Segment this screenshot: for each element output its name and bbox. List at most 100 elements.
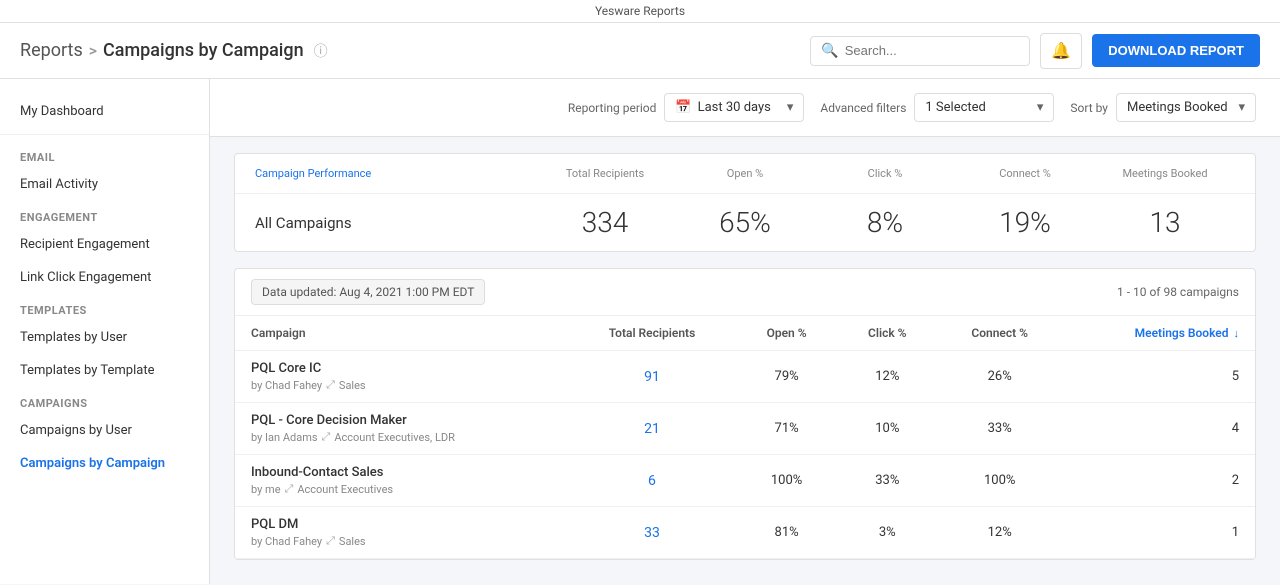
col-campaign[interactable]: Campaign [235, 316, 568, 351]
pagination-info: 1 - 10 of 98 campaigns [1117, 285, 1239, 299]
sidebar-item-templates-by-user[interactable]: Templates by User [0, 321, 209, 354]
table-row: PQL Core IC by Chad Fahey ⤢ Sales 91 79%… [235, 351, 1255, 403]
table-container: Data updated: Aug 4, 2021 1:00 PM EDT 1 … [234, 268, 1256, 560]
connect-pct-cell: 100% [937, 455, 1062, 507]
campaign-meta: by me ⤢ Account Executives [251, 482, 552, 496]
summary-total-recipients: 334 [535, 206, 675, 239]
campaign-title[interactable]: PQL Core IC [251, 361, 552, 376]
calendar-icon: 📅 [675, 100, 691, 115]
data-updated-badge: Data updated: Aug 4, 2021 1:00 PM EDT [251, 279, 485, 305]
sort-arrow-icon: ↓ [1234, 327, 1240, 340]
main-content: Reporting period 📅 Last 30 days ▾ Advanc… [210, 79, 1280, 584]
open-pct-cell: 71% [736, 403, 838, 455]
open-pct-cell: 81% [736, 507, 838, 559]
summary-campaign-performance-col: Campaign Performance [255, 166, 535, 181]
campaign-cell: PQL DM by Chad Fahey ⤢ Sales [235, 507, 568, 559]
col-total-recipients[interactable]: Total Recipients [568, 316, 735, 351]
summary-body: All Campaigns 334 65% 8% 19% 13 [235, 194, 1255, 251]
total-recipients-cell: 33 [568, 507, 735, 559]
breadcrumb-current: Campaigns by Campaign [103, 40, 304, 61]
chevron-down-icon-2: ▾ [1037, 100, 1044, 115]
connect-pct-cell: 26% [937, 351, 1062, 403]
total-recipients-cell: 91 [568, 351, 735, 403]
meetings-booked-cell: 5 [1062, 351, 1255, 403]
meetings-header: Meetings Booked [1122, 167, 1207, 180]
advanced-filters-value: 1 Selected [925, 100, 985, 115]
reporting-period-label: Reporting period [568, 101, 657, 115]
sort-by-value: Meetings Booked [1127, 100, 1228, 115]
col-open-pct[interactable]: Open % [736, 316, 838, 351]
summary-meetings-booked: 13 [1095, 206, 1235, 239]
all-campaigns-label: All Campaigns [255, 214, 535, 232]
info-icon: ⓘ [314, 41, 328, 61]
meetings-booked-cell: 4 [1062, 403, 1255, 455]
sidebar-item-dashboard[interactable]: My Dashboard [0, 95, 209, 128]
campaign-cell: PQL Core IC by Chad Fahey ⤢ Sales [235, 351, 568, 403]
search-box[interactable]: 🔍 [810, 36, 1030, 66]
advanced-filters-group: Advanced filters 1 Selected ▾ [820, 93, 1054, 122]
sidebar-item-email-activity[interactable]: Email Activity [0, 168, 209, 201]
campaigns-table: Campaign Total Recipients Open % Click %… [235, 316, 1255, 559]
breadcrumb-separator: > [89, 41, 97, 60]
reporting-period-select[interactable]: 📅 Last 30 days ▾ [664, 93, 804, 122]
top-bar: Yesware Reports [0, 0, 1280, 23]
campaign-meta: by Chad Fahey ⤢ Sales [251, 378, 552, 392]
sidebar-item-templates-by-template[interactable]: Templates by Template [0, 354, 209, 387]
meetings-booked-cell: 2 [1062, 455, 1255, 507]
table-header-bar: Data updated: Aug 4, 2021 1:00 PM EDT 1 … [235, 269, 1255, 316]
summary-header: Campaign Performance Total Recipients Op… [235, 154, 1255, 194]
layout: My Dashboard EMAIL Email Activity ENGAGE… [0, 79, 1280, 584]
bell-button[interactable]: 🔔 [1040, 33, 1082, 69]
sort-by-select[interactable]: Meetings Booked ▾ [1116, 93, 1256, 122]
reporting-period-group: Reporting period 📅 Last 30 days ▾ [568, 93, 805, 122]
sidebar-item-campaigns-by-user[interactable]: Campaigns by User [0, 414, 209, 447]
connect-header: Connect % [999, 167, 1051, 180]
summary-open-pct: 65% [675, 206, 815, 239]
total-recipients-cell: 21 [568, 403, 735, 455]
sort-by-group: Sort by Meetings Booked ▾ [1070, 93, 1256, 122]
advanced-filters-select[interactable]: 1 Selected ▾ [914, 93, 1054, 122]
advanced-filters-label: Advanced filters [820, 101, 906, 115]
meetings-booked-cell: 1 [1062, 507, 1255, 559]
search-icon: 🔍 [821, 43, 838, 59]
open-pct-cell: 100% [736, 455, 838, 507]
col-connect-pct[interactable]: Connect % [937, 316, 1062, 351]
table-row: PQL DM by Chad Fahey ⤢ Sales 33 81% 3% 1… [235, 507, 1255, 559]
sidebar-item-link-click-engagement[interactable]: Link Click Engagement [0, 261, 209, 294]
campaign-cell: PQL - Core Decision Maker by Ian Adams ⤢… [235, 403, 568, 455]
connect-pct-cell: 33% [937, 403, 1062, 455]
sidebar: My Dashboard EMAIL Email Activity ENGAGE… [0, 79, 210, 584]
chevron-down-icon: ▾ [787, 100, 794, 115]
summary-connect-col: Connect % [955, 166, 1095, 181]
campaign-title[interactable]: PQL DM [251, 517, 552, 532]
connect-pct-cell: 12% [937, 507, 1062, 559]
sidebar-section-engagement: ENGAGEMENT [0, 201, 209, 228]
sidebar-item-campaigns-by-campaign[interactable]: Campaigns by Campaign [0, 447, 209, 480]
campaign-meta: by Ian Adams ⤢ Account Executives, LDR [251, 430, 552, 444]
share-icon: ⤢ [326, 378, 335, 392]
col-click-pct[interactable]: Click % [837, 316, 937, 351]
click-pct-cell: 12% [837, 351, 937, 403]
download-report-button[interactable]: DOWNLOAD REPORT [1092, 34, 1260, 67]
campaign-title[interactable]: PQL - Core Decision Maker [251, 413, 552, 428]
click-pct-cell: 10% [837, 403, 937, 455]
summary-total-recipients-col: Total Recipients [535, 166, 675, 181]
filters-bar: Reporting period 📅 Last 30 days ▾ Advanc… [210, 79, 1280, 137]
summary-click-col: Click % [815, 166, 955, 181]
header-right: 🔍 🔔 DOWNLOAD REPORT [810, 33, 1260, 69]
summary-click-pct: 8% [815, 206, 955, 239]
open-header: Open % [727, 167, 763, 180]
campaign-title[interactable]: Inbound-Contact Sales [251, 465, 552, 480]
table-header-row: Campaign Total Recipients Open % Click %… [235, 316, 1255, 351]
summary-open-col: Open % [675, 166, 815, 181]
sidebar-item-recipient-engagement[interactable]: Recipient Engagement [0, 228, 209, 261]
share-icon: ⤢ [285, 482, 294, 496]
col-meetings-booked[interactable]: Meetings Booked ↓ [1062, 316, 1255, 351]
breadcrumb-reports[interactable]: Reports [20, 40, 83, 61]
sort-by-label: Sort by [1070, 101, 1108, 115]
sidebar-section-campaigns: CAMPAIGNS [0, 387, 209, 414]
top-bar-title: Yesware Reports [595, 4, 685, 18]
chevron-down-icon-3: ▾ [1238, 100, 1245, 115]
total-recipients-cell: 6 [568, 455, 735, 507]
search-input[interactable] [845, 43, 1020, 58]
